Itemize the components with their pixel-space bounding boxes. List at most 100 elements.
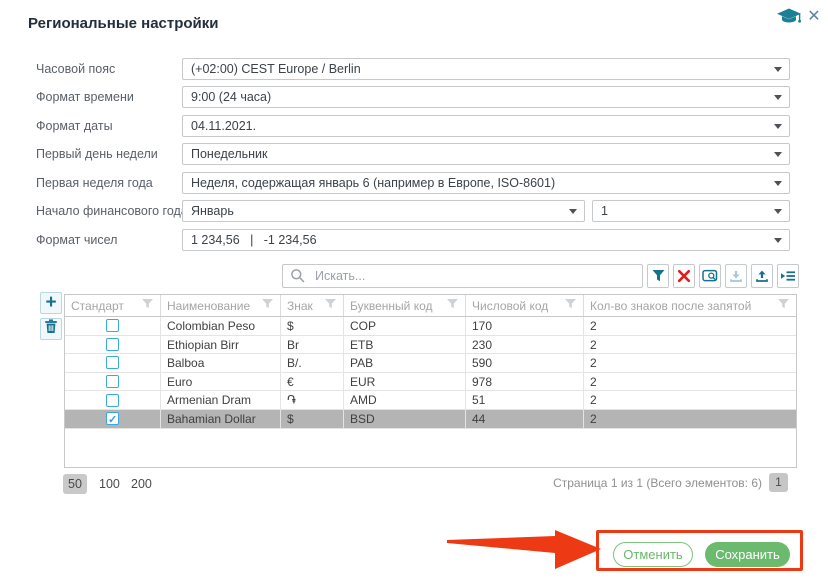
filter-icon[interactable] <box>647 264 669 288</box>
delete-currency-button[interactable] <box>40 318 62 340</box>
save-button[interactable]: Сохранить <box>705 542 790 567</box>
currency-decimals: 2 <box>584 373 796 391</box>
table-row[interactable]: ✓ Balboa B/. PAB 590 2 <box>65 354 796 373</box>
time-format-value: 9:00 (24 часа) <box>191 87 271 107</box>
timezone-label: Часовой пояс <box>36 58 115 80</box>
column-header-sign[interactable]: Знак <box>281 295 344 316</box>
currency-numeric-code: 170 <box>466 317 584 335</box>
currency-name: Balboa <box>161 354 281 372</box>
currency-name: Bahamian Dollar <box>161 410 281 428</box>
first-day-value: Понедельник <box>191 144 268 164</box>
column-filter-icon[interactable] <box>141 298 154 313</box>
annotation-arrow <box>440 526 605 573</box>
table-row[interactable]: ✓ Ethiopian Birr Br ETB 230 2 <box>65 336 796 355</box>
column-chooser-icon[interactable] <box>777 264 799 288</box>
fiscal-day-value: 1 <box>601 201 608 221</box>
currency-decimals: 2 <box>584 336 796 354</box>
standard-checkbox[interactable]: ✓ <box>106 375 119 388</box>
number-format-value: 1 234,56 | -1 234,56 <box>191 230 317 250</box>
column-filter-icon[interactable] <box>261 298 274 313</box>
table-row[interactable]: ✓ Armenian Dram ֏ AMD 51 2 <box>65 391 796 410</box>
timezone-value: (+02:00) CEST Europe / Berlin <box>191 59 361 79</box>
currency-sign: Br <box>281 336 344 354</box>
first-week-label: Первая неделя года <box>36 172 153 194</box>
search-input[interactable] <box>282 264 643 288</box>
page-number-button[interactable]: 1 <box>769 473 788 492</box>
column-header-letter-code[interactable]: Буквенный код <box>344 295 466 316</box>
check-icon: ✓ <box>108 411 117 427</box>
import-icon[interactable] <box>725 264 747 288</box>
table-header: Стандарт Наименование Знак Буквенный код… <box>65 295 796 317</box>
timezone-select[interactable]: (+02:00) CEST Europe / Berlin <box>182 58 790 80</box>
currency-table: Стандарт Наименование Знак Буквенный код… <box>64 294 797 468</box>
export-icon[interactable] <box>751 264 773 288</box>
currency-letter-code: BSD <box>344 410 466 428</box>
currency-letter-code: AMD <box>344 391 466 409</box>
regional-settings-dialog: Региональные настройки ✕ Часовой пояс (+… <box>0 0 828 581</box>
fiscal-month-value: Январь <box>191 201 234 221</box>
column-filter-icon[interactable] <box>324 298 337 313</box>
currency-decimals: 2 <box>584 354 796 372</box>
chevron-down-icon <box>774 124 782 129</box>
number-format-select[interactable]: 1 234,56 | -1 234,56 <box>182 229 790 251</box>
fiscal-day-select[interactable]: 1 <box>592 200 790 222</box>
date-format-select[interactable]: 04.11.2021. <box>182 115 790 137</box>
chevron-down-icon <box>774 181 782 186</box>
currency-sign: ֏ <box>281 391 344 409</box>
page-size-200[interactable]: 200 <box>127 474 156 494</box>
close-icon[interactable]: ✕ <box>804 7 824 27</box>
currency-sign: € <box>281 373 344 391</box>
currency-decimals: 2 <box>584 391 796 409</box>
page-size-50[interactable]: 50 <box>63 474 87 494</box>
time-format-label: Формат времени <box>36 86 134 108</box>
first-week-value: Неделя, содержащая январь 6 (например в … <box>191 173 555 193</box>
currency-numeric-code: 978 <box>466 373 584 391</box>
column-filter-icon[interactable] <box>446 298 459 313</box>
column-header-standard[interactable]: Стандарт <box>65 295 161 316</box>
cancel-button[interactable]: Отменить <box>613 542 693 567</box>
currency-name: Armenian Dram <box>161 391 281 409</box>
first-day-label: Первый день недели <box>36 143 158 165</box>
number-format-label: Формат чисел <box>36 229 117 251</box>
page-size-100[interactable]: 100 <box>95 474 124 494</box>
first-day-select[interactable]: Понедельник <box>182 143 790 165</box>
table-row[interactable]: ✓ Bahamian Dollar $ BSD 44 2 <box>65 410 796 429</box>
date-format-value: 04.11.2021. <box>191 116 256 136</box>
education-cap-icon[interactable] <box>776 7 802 27</box>
page-title: Региональные настройки <box>28 15 219 32</box>
chevron-down-icon <box>569 209 577 214</box>
search-icon <box>290 268 306 289</box>
currency-numeric-code: 44 <box>466 410 584 428</box>
standard-checkbox[interactable]: ✓ <box>106 394 119 407</box>
standard-checkbox[interactable]: ✓ <box>106 412 119 425</box>
add-currency-button[interactable]: + <box>40 292 62 314</box>
column-header-name[interactable]: Наименование <box>161 295 281 316</box>
plus-icon: + <box>45 294 56 312</box>
chevron-down-icon <box>774 238 782 243</box>
currency-name: Euro <box>161 373 281 391</box>
trash-icon <box>44 319 58 339</box>
first-week-select[interactable]: Неделя, содержащая январь 6 (например в … <box>182 172 790 194</box>
currency-letter-code: PAB <box>344 354 466 372</box>
table-row[interactable]: ✓ Colombian Peso $ COP 170 2 <box>65 317 796 336</box>
clear-filter-icon[interactable] <box>673 264 695 288</box>
currency-numeric-code: 51 <box>466 391 584 409</box>
column-header-numeric-code[interactable]: Числовой код <box>466 295 584 316</box>
currency-numeric-code: 590 <box>466 354 584 372</box>
standard-checkbox[interactable]: ✓ <box>106 319 119 332</box>
time-format-select[interactable]: 9:00 (24 часа) <box>182 86 790 108</box>
table-row[interactable]: ✓ Euro € EUR 978 2 <box>65 373 796 392</box>
standard-checkbox[interactable]: ✓ <box>106 356 119 369</box>
date-format-label: Формат даты <box>36 115 113 137</box>
column-filter-icon[interactable] <box>564 298 577 313</box>
column-header-decimals[interactable]: Кол-во знаков после запятой <box>584 295 796 316</box>
standard-checkbox[interactable]: ✓ <box>106 338 119 351</box>
currency-decimals: 2 <box>584 317 796 335</box>
search-columns-icon[interactable] <box>699 264 721 288</box>
fiscal-month-select[interactable]: Январь <box>182 200 585 222</box>
currency-name: Ethiopian Birr <box>161 336 281 354</box>
currency-letter-code: ETB <box>344 336 466 354</box>
currency-letter-code: EUR <box>344 373 466 391</box>
chevron-down-icon <box>774 209 782 214</box>
column-filter-icon[interactable] <box>777 298 790 313</box>
